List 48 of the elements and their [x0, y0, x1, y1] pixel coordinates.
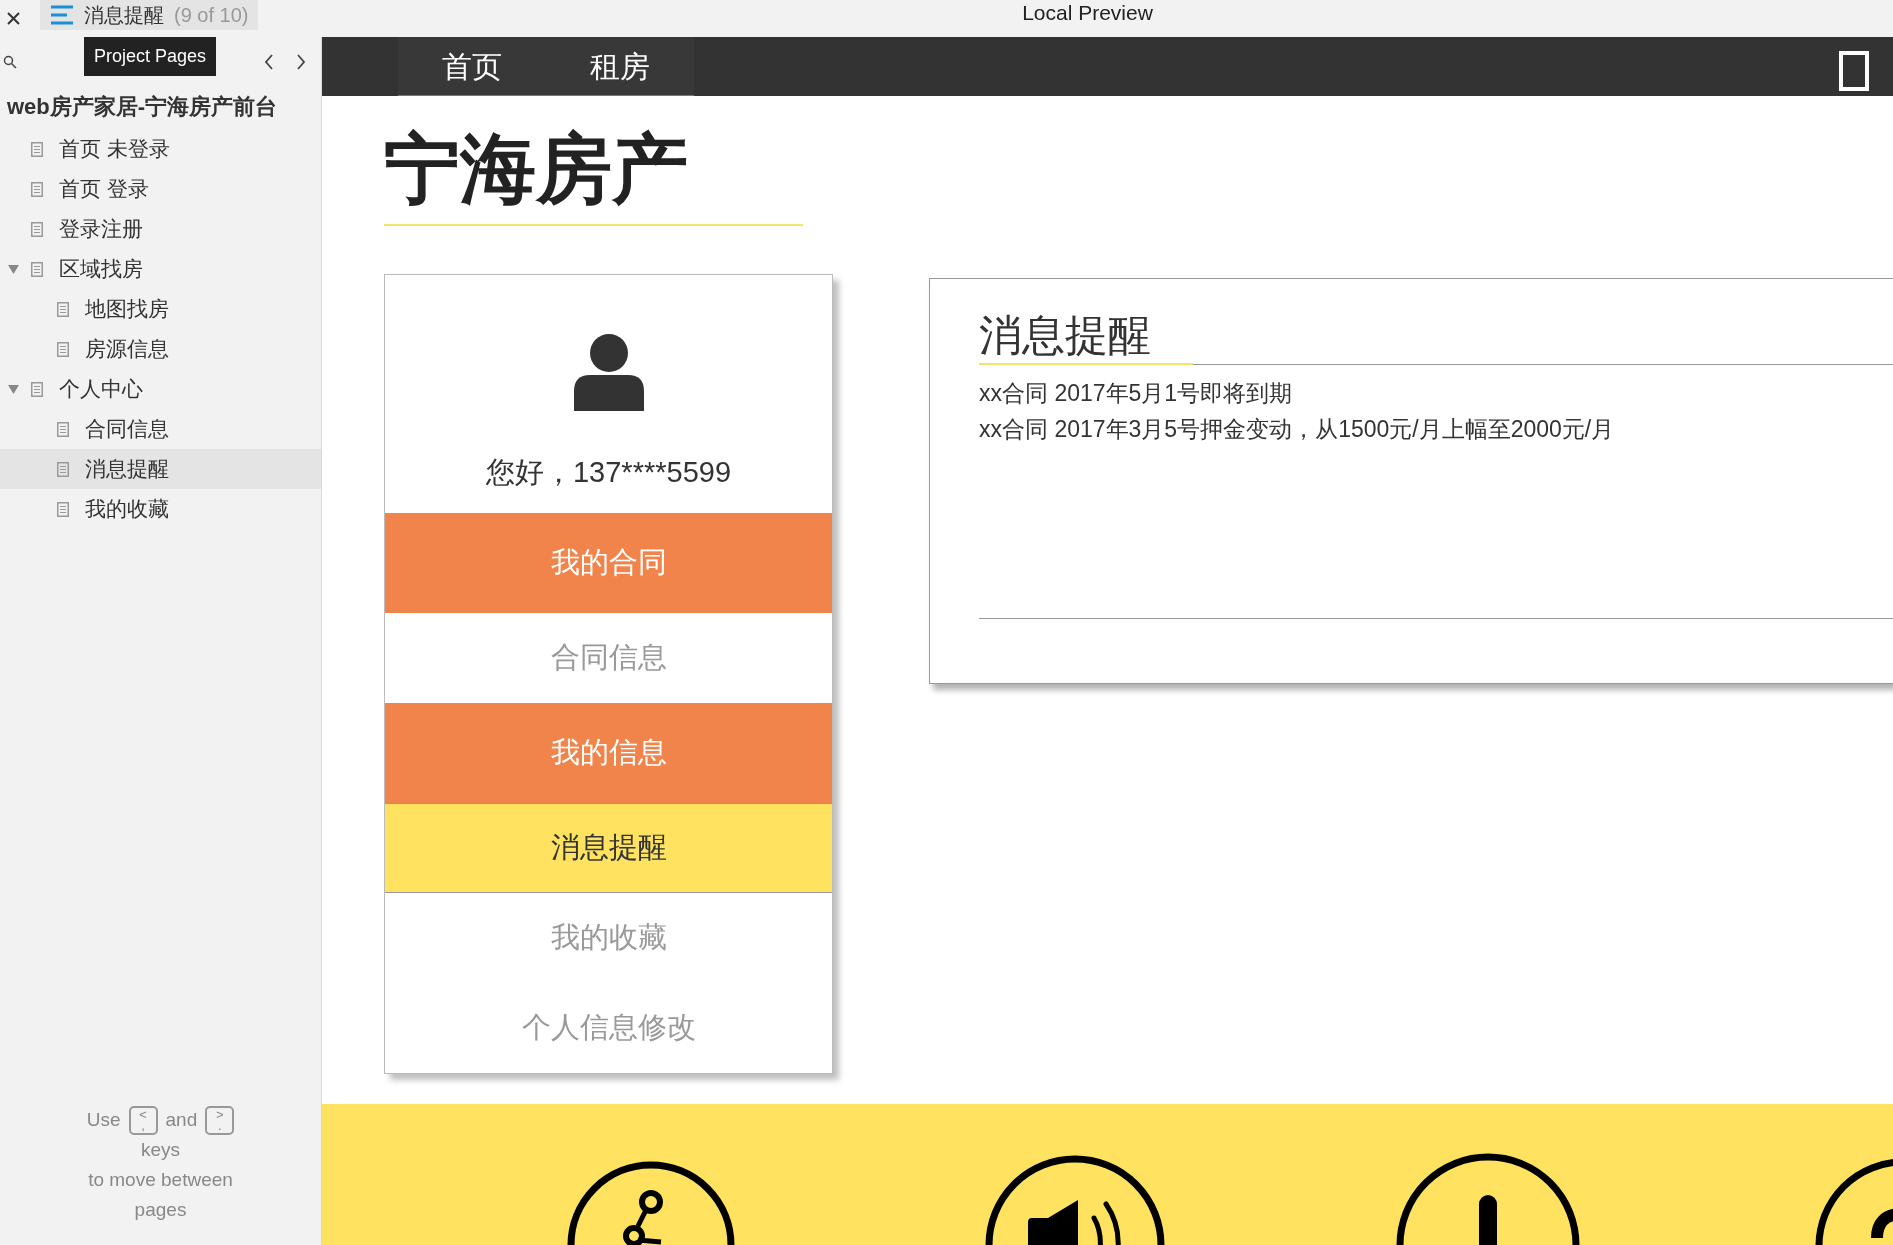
help-text: and: [165, 1108, 198, 1132]
menu-icon: [50, 5, 74, 25]
nav-link[interactable]: 租房: [546, 37, 694, 95]
page-item[interactable]: 区域找房: [0, 249, 321, 289]
expanded-arrow-icon[interactable]: [8, 264, 19, 274]
next-icon[interactable]: [295, 52, 307, 71]
close-icon[interactable]: [7, 12, 20, 25]
window-title: Local Preview: [1022, 0, 1153, 26]
project-title: web房产家居-宁海房产前台: [7, 93, 279, 121]
menu-item[interactable]: 消息提醒: [385, 803, 832, 893]
key-icon: < ,: [128, 1105, 158, 1135]
page-item[interactable]: 消息提醒: [0, 449, 321, 489]
help-text: to move between: [88, 1168, 233, 1192]
help-text: keys: [140, 1138, 181, 1162]
help-text: Use: [86, 1108, 121, 1132]
key-icon: > .: [205, 1105, 235, 1135]
site-title: 宁海房产: [384, 124, 803, 226]
page-item[interactable]: 个人中心: [0, 369, 321, 409]
page-item[interactable]: 首页 登录: [0, 169, 321, 209]
help-text: pages: [134, 1198, 187, 1222]
page-item[interactable]: 合同信息: [0, 409, 321, 449]
greeting-text: 您好，137****5599: [485, 455, 731, 490]
page-item[interactable]: 房源信息: [0, 329, 321, 369]
page-tab[interactable]: 消息提醒 (9 of 10): [40, 0, 259, 30]
page-icon: [57, 301, 69, 317]
messages-title: 消息提醒: [979, 307, 1193, 365]
page-icon: [57, 421, 69, 437]
page-item[interactable]: 登录注册: [0, 209, 321, 249]
nav-link[interactable]: 首页: [398, 37, 546, 95]
tooltip: Project Pages: [84, 37, 217, 76]
page-item[interactable]: 首页 未登录: [0, 129, 321, 169]
previous-icon[interactable]: [263, 52, 275, 71]
search-icon[interactable]: [3, 54, 17, 69]
page-item[interactable]: 我的收藏: [0, 489, 321, 529]
page-icon: [31, 381, 43, 397]
message-text: xx合同 2017年5月1号即将到期: [979, 379, 1294, 408]
page-icon: [31, 141, 43, 157]
page-icon: [31, 181, 43, 197]
share-icon: [566, 1160, 736, 1245]
page-icon: [57, 461, 69, 477]
user-icon: [573, 333, 644, 411]
page-icon: [31, 221, 43, 237]
page-item[interactable]: 地图找房: [0, 289, 321, 329]
page-icon: [57, 341, 69, 357]
page-icon: [57, 501, 69, 517]
page-icon: [31, 261, 43, 277]
message-text: xx合同 2017年3月5号押金变动，从1500元/月上幅至2000元/月: [979, 415, 1616, 444]
expanded-arrow-icon[interactable]: [8, 384, 19, 394]
